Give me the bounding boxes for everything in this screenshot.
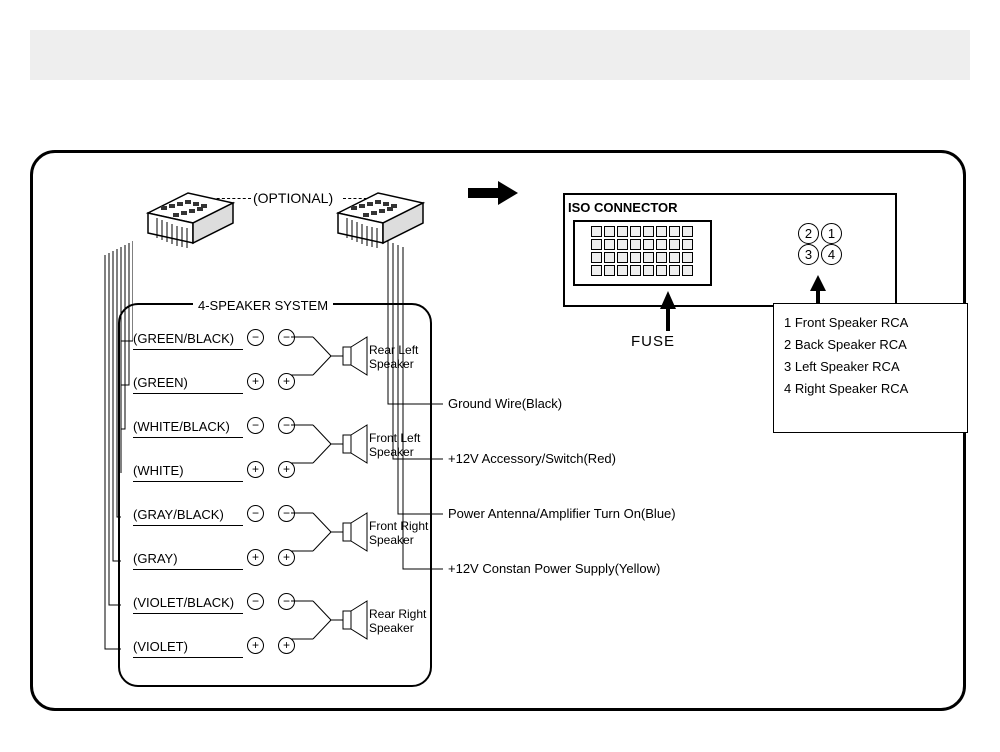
polarity-icon: −: [247, 417, 264, 434]
speaker-icon: [291, 325, 371, 385]
polarity-icon: +: [247, 373, 264, 390]
rca-circle-1: 1: [821, 223, 842, 244]
rca-legend-4: 4 Right Speaker RCA: [784, 378, 957, 400]
header-bar: [30, 30, 970, 80]
rca-legend-box: 1 Front Speaker RCA 2 Back Speaker RCA 3…: [773, 303, 968, 433]
polarity-icon: +: [247, 461, 264, 478]
polarity-icon: +: [247, 549, 264, 566]
wire-bus-left: [73, 241, 133, 671]
wire-color-label: (GREEN): [133, 375, 243, 394]
wire-color-label: (WHITE/BLACK): [133, 419, 243, 438]
rca-circle-3: 3: [798, 244, 819, 265]
arrow-right-icon: [463, 178, 523, 208]
rca-circle-2: 2: [798, 223, 819, 244]
fuse-label: FUSE: [631, 333, 675, 350]
speaker-icon: [291, 501, 371, 561]
connector-right-icon: [333, 178, 428, 248]
polarity-icon: −: [247, 505, 264, 522]
polarity-icon: −: [247, 329, 264, 346]
connector-left-icon: [143, 178, 238, 248]
rca-legend-3: 3 Left Speaker RCA: [784, 356, 957, 378]
rca-circle-group: 2 1 3 4: [798, 223, 842, 265]
wire-row: (VIOLET)++: [133, 639, 423, 658]
fuse-arrow-icon: [658, 291, 678, 331]
wire-color-label: (GRAY): [133, 551, 243, 570]
power-wire-antenna: Power Antenna/Amplifier Turn On(Blue): [448, 506, 676, 521]
wire-color-label: (GREEN/BLACK): [133, 331, 243, 350]
rca-legend-2: 2 Back Speaker RCA: [784, 334, 957, 356]
optional-label: (OPTIONAL): [253, 190, 333, 206]
power-wire-acc: +12V Accessory/Switch(Red): [448, 451, 616, 466]
speaker-icon: [291, 589, 371, 649]
power-wire-constant: +12V Constan Power Supply(Yellow): [448, 561, 660, 576]
wire-color-label: (WHITE): [133, 463, 243, 482]
rca-circle-4: 4: [821, 244, 842, 265]
rca-arrow-icon: [808, 275, 828, 303]
iso-connector-title: ISO CONNECTOR: [568, 200, 678, 215]
polarity-icon: +: [247, 637, 264, 654]
speaker-icon: [291, 413, 371, 473]
rca-legend-1: 1 Front Speaker RCA: [784, 312, 957, 334]
power-wire-ground: Ground Wire(Black): [448, 396, 562, 411]
polarity-icon: −: [247, 593, 264, 610]
wire-color-label: (VIOLET): [133, 639, 243, 658]
wire-color-label: (GRAY/BLACK): [133, 507, 243, 526]
main-diagram-frame: (OPTIONAL): [30, 150, 966, 711]
power-wire-bus: [368, 241, 468, 601]
iso-pin-grid: [591, 226, 693, 276]
speaker-name-label: Rear RightSpeaker: [369, 607, 426, 635]
speaker-system-title: 4-SPEAKER SYSTEM: [193, 298, 333, 313]
wire-color-label: (VIOLET/BLACK): [133, 595, 243, 614]
